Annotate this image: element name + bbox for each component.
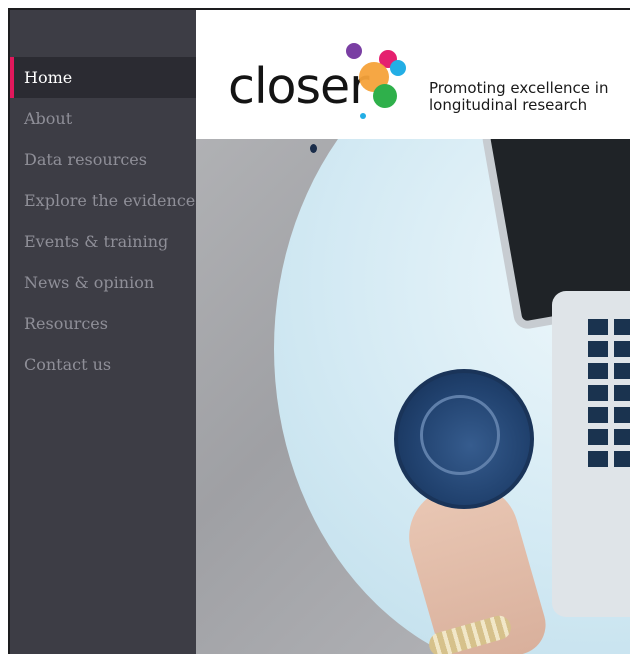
sidebar-item-data-resources[interactable]: Data resources — [10, 139, 196, 180]
sidebar-item-resources[interactable]: Resources — [10, 303, 196, 344]
logo-dot-blue — [360, 113, 366, 119]
tagline-line-2: longitudinal research — [429, 96, 588, 114]
closer-logo[interactable]: closer — [228, 43, 418, 123]
sidebar-item-home[interactable]: Home — [10, 57, 196, 98]
table-mark — [310, 144, 317, 153]
site-tagline: Promoting excellence in longitudinal res… — [429, 80, 630, 114]
main-content: closer Promoting excellence in longitudi… — [196, 10, 630, 654]
sidebar-item-explore-the-evidence[interactable]: Explore the evidence — [10, 180, 196, 221]
sidebar: Home About Data resources Explore the ev… — [10, 10, 196, 654]
sidebar-nav: Home About Data resources Explore the ev… — [10, 57, 196, 385]
tagline-line-1: Promoting excellence in — [429, 79, 609, 97]
logo-wordmark: closer — [228, 58, 369, 115]
coffee-cup-lid — [420, 395, 500, 475]
laptop-keyboard — [588, 317, 630, 467]
logo-dot-green — [373, 84, 397, 108]
sidebar-item-news-opinion[interactable]: News & opinion — [10, 262, 196, 303]
logo-dot-cyan — [390, 60, 406, 76]
sidebar-item-about[interactable]: About — [10, 98, 196, 139]
sidebar-item-events-training[interactable]: Events & training — [10, 221, 196, 262]
sidebar-item-contact-us[interactable]: Contact us — [10, 344, 196, 385]
hero-image — [196, 139, 630, 654]
site-header: closer Promoting excellence in longitudi… — [196, 10, 630, 139]
page-frame: Home About Data resources Explore the ev… — [8, 8, 630, 654]
logo-dot-purple — [346, 43, 362, 59]
